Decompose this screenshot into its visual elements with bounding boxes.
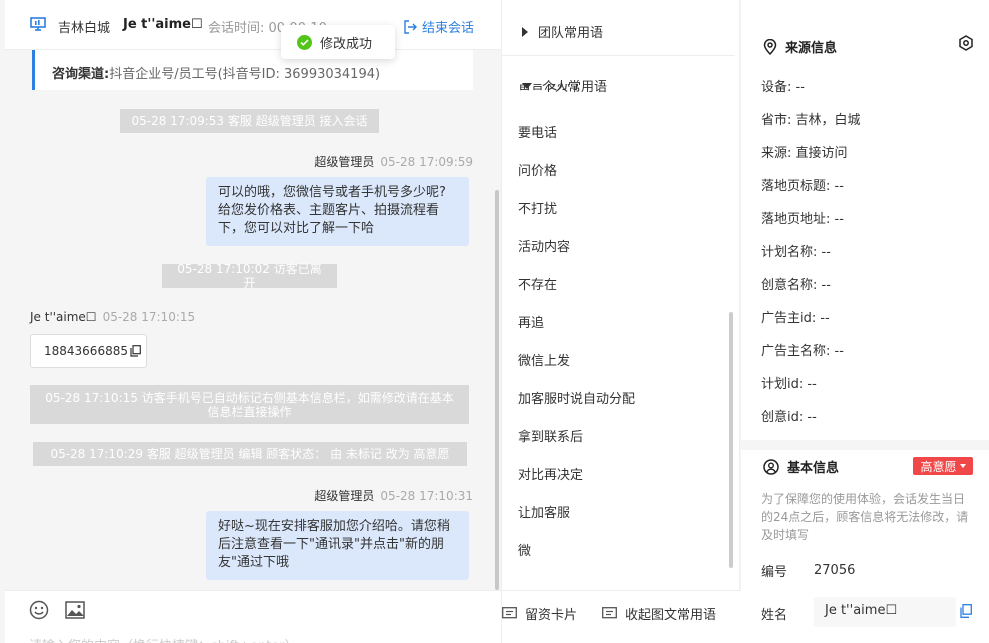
phrase-item[interactable]: 微: [518, 540, 531, 559]
name-label: 姓名: [761, 608, 788, 623]
plan-id: 计划id: --: [761, 377, 817, 392]
landing-page-title: 落地页标题: --: [761, 179, 844, 194]
image-icon[interactable]: [65, 601, 85, 619]
edit-notice: 为了保障您的使用体验，会话发生当日的24点之后，顾客信息将无法修改，请及时填写: [761, 492, 969, 542]
phrases-footer: 留资卡片 收起图文常用语: [502, 590, 741, 643]
toast-text: 修改成功: [320, 36, 373, 52]
copy-icon[interactable]: [960, 604, 972, 618]
source-province: 省市: 吉林，白城: [761, 113, 861, 128]
end-session-button[interactable]: 结束会话: [403, 17, 474, 36]
collapse-phrases-label: 收起图文常用语: [625, 608, 717, 623]
location-icon: [763, 38, 777, 55]
message-sender: 超级管理员 05-28 17:09:59: [314, 153, 473, 170]
phrases-panel: 团队常用语 个人常用语 留言没办了 要电话 问价格 不打扰 活动内容 不存在 再…: [501, 0, 741, 643]
source-info-title: 来源信息: [785, 41, 838, 56]
message-input[interactable]: 请输入您的内容（换行快捷键：shift+enter）: [29, 635, 298, 643]
source-device: 设备: --: [761, 80, 805, 95]
collapse-phrases-button[interactable]: 收起图文常用语: [602, 604, 716, 623]
phrase-item[interactable]: 活动内容: [518, 236, 570, 255]
divider: [502, 55, 735, 56]
advertiser-name: 广告主名称: --: [761, 344, 844, 359]
name-row: 姓名: [761, 604, 814, 623]
settings-icon[interactable]: [958, 35, 974, 51]
message-list[interactable]: 05-28 17:09:53 客服 超级管理员 接入会话 超级管理员 05-28 …: [5, 97, 501, 590]
intent-dropdown[interactable]: 高意愿: [913, 457, 973, 475]
phrase-item[interactable]: 让加客服: [518, 502, 570, 521]
message-time: 05-28 17:10:15: [102, 310, 196, 324]
channel-label: 咨询渠道:: [52, 67, 110, 82]
system-message: 05-28 17:10:02 访客已离开: [162, 262, 337, 290]
check-icon: [297, 34, 312, 50]
visitor-message-text: 18843666885: [44, 344, 128, 358]
visitor-name: Je t''aime☐: [123, 17, 203, 32]
phrase-item[interactable]: 拿到联系后: [518, 426, 583, 445]
system-message: 05-28 17:10:29 客服 超级管理员 编辑 顾客状态： 由 未标记 改…: [33, 442, 467, 466]
card-icon: [502, 607, 517, 619]
phrase-item[interactable]: 再追: [518, 312, 544, 331]
sender-name: Je t''aime☐: [30, 310, 97, 324]
basic-info-header: 基本信息: [763, 457, 839, 476]
agent-message: 好哒~现在安排客服加您介绍哈。请您稍后注意查看一下"通讯录"并点击"新的朋友"通…: [206, 511, 469, 580]
system-message: 05-28 17:10:15 访客手机号已自动标记右侧基本信息栏，如需修改请在基…: [30, 385, 469, 424]
message-icon: [602, 607, 617, 619]
user-icon: [763, 458, 779, 475]
basic-info-title: 基本信息: [787, 461, 840, 476]
phrase-item[interactable]: 留言没办了: [518, 84, 583, 93]
customer-info-panel: 来源信息 设备: -- 省市: 吉林，白城 来源: 直接访问 落地页标题: --…: [741, 0, 989, 643]
exit-icon: [404, 19, 417, 34]
phrases-scrollbar[interactable]: [729, 312, 733, 568]
message-time: 05-28 17:09:59: [380, 155, 473, 169]
id-value: 27056: [814, 563, 856, 578]
phrase-item[interactable]: 不打扰: [518, 198, 557, 217]
message-sender: 超级管理员 05-28 17:10:31: [314, 487, 473, 504]
plan-name: 计划名称: --: [761, 245, 831, 260]
emoji-icon[interactable]: [29, 600, 49, 620]
phrase-item[interactable]: 加客服时说自动分配: [518, 388, 635, 407]
input-area: 请输入您的内容（换行快捷键：shift+enter）: [5, 590, 501, 643]
channel-value: 抖音企业号/员工号(抖音号ID: 36993034194): [109, 67, 381, 82]
visitor-region: 吉林白城: [58, 21, 111, 36]
message-sender: Je t''aime☐ 05-28 17:10:15: [30, 310, 195, 324]
intent-label: 高意愿: [920, 459, 957, 474]
end-session-label: 结束会话: [422, 21, 475, 36]
visitor-message: 18843666885: [30, 334, 147, 368]
agent-message: 可以的哦，您微信号或者手机号多少呢?给您发价格表、主题客片、拍摄流程看下，您可以…: [206, 177, 469, 246]
monitor-icon: [30, 17, 46, 31]
phrase-item[interactable]: 对比再决定: [518, 464, 583, 483]
lead-card-button[interactable]: 留资卡片: [502, 604, 577, 623]
message-time: 05-28 17:10:31: [380, 489, 473, 503]
success-toast: 修改成功: [281, 25, 395, 59]
phrase-item[interactable]: 要电话: [518, 122, 557, 141]
lead-card-label: 留资卡片: [525, 608, 578, 623]
creative-name: 创意名称: --: [761, 278, 831, 293]
chat-panel: 吉林白城 Je t''aime☐ 会话时间: 00:00:10 结束会话 修改成…: [5, 0, 501, 643]
system-message: 05-28 17:09:53 客服 超级管理员 接入会话: [120, 109, 379, 133]
advertiser-id: 广告主id: --: [761, 311, 830, 326]
chat-scrollbar[interactable]: [495, 190, 499, 590]
team-phrases-label: 团队常用语: [538, 26, 604, 41]
name-input[interactable]: Je t''aime☐: [814, 597, 956, 627]
section-divider: [741, 440, 989, 450]
sender-name: 超级管理员: [314, 155, 375, 169]
source-info-header: 来源信息: [763, 37, 837, 56]
landing-page-url: 落地页地址: --: [761, 212, 844, 227]
source-origin: 来源: 直接访问: [761, 146, 848, 161]
creative-id: 创意id: --: [761, 410, 817, 425]
customer-id-row: 编号 27056: [761, 561, 855, 580]
team-phrases-group[interactable]: 团队常用语: [522, 22, 603, 41]
copy-icon[interactable]: [130, 345, 141, 357]
phrase-item[interactable]: 不存在: [518, 274, 557, 293]
phrase-item[interactable]: 问价格: [518, 160, 557, 179]
caret-down-icon: [959, 464, 966, 468]
id-label: 编号: [761, 565, 788, 580]
chat-header: 吉林白城 Je t''aime☐ 会话时间: 00:00:10 结束会话: [5, 0, 501, 50]
sender-name: 超级管理员: [314, 489, 375, 503]
consult-channel: 咨询渠道:抖音企业号/员工号(抖音号ID: 36993034194): [32, 50, 473, 90]
caret-right-icon: [522, 26, 528, 37]
phrase-item[interactable]: 微信上发: [518, 350, 570, 369]
